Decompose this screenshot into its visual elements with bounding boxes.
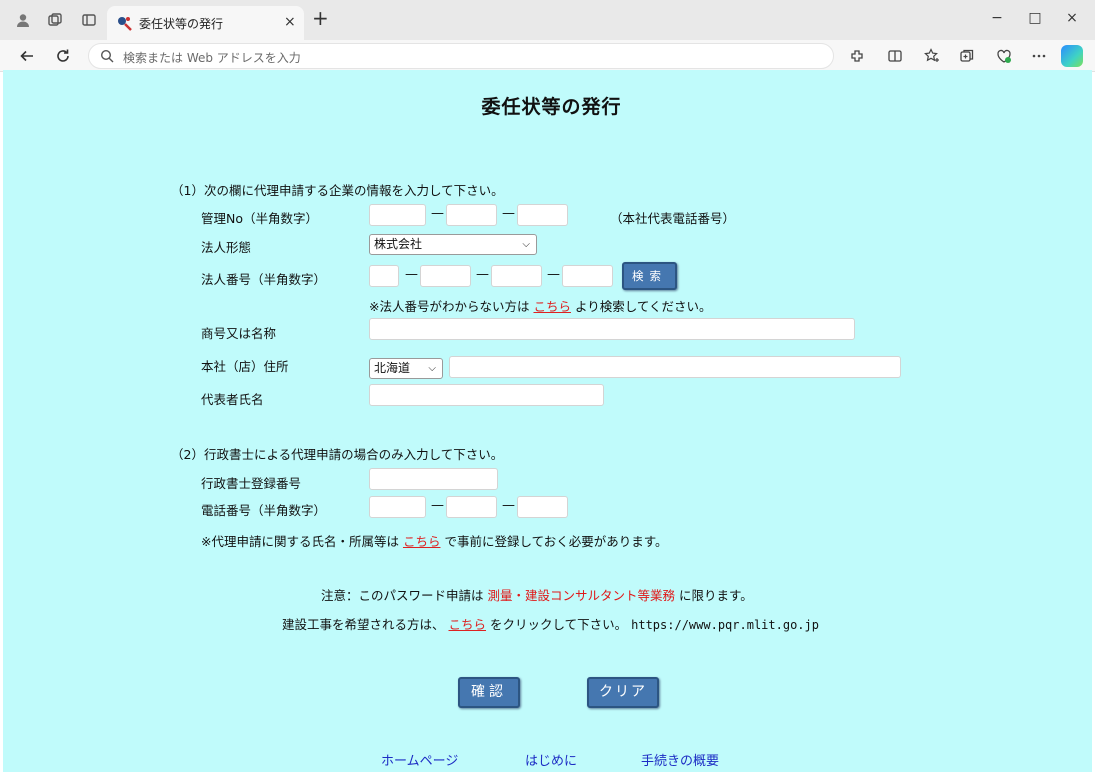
dash: — (476, 267, 489, 282)
phone-field-2[interactable] (446, 496, 497, 518)
kanri-no-field-2[interactable] (446, 204, 497, 226)
page-title: 委任状等の発行 (481, 96, 622, 118)
split-screen-icon[interactable] (886, 47, 904, 65)
daihyo-label: 代表者氏名 (201, 392, 264, 407)
kanri-no-label: 管理No（半角数字） (201, 211, 318, 226)
registration-note-suffix: で事前に登録しておく必要があります。 (444, 534, 668, 549)
new-tab-icon[interactable]: + (312, 8, 329, 28)
gyousei-field[interactable] (369, 468, 498, 490)
vertical-tabs-icon[interactable] (80, 11, 98, 29)
construction-url: https://www.pqr.mlit.go.jp (631, 618, 819, 632)
window-close-icon[interactable]: × (1062, 10, 1082, 26)
search-icon (99, 48, 115, 64)
construction-link[interactable]: こちら (449, 617, 487, 632)
site-favicon-icon (116, 15, 132, 31)
phone-field-1[interactable] (369, 496, 426, 518)
browser-essentials-icon[interactable] (995, 47, 1013, 65)
address-field[interactable] (449, 356, 901, 378)
page-content: 委任状等の発行 （1）次の欄に代理申請する企業の情報を入力して下さい。 管理No… (3, 70, 1092, 772)
houjin-keitai-value: 株式会社 (374, 237, 423, 251)
kanri-no-note: （本社代表電話番号） (610, 211, 736, 226)
bangou-note-suffix: より検索してください。 (574, 299, 712, 314)
prefecture-value: 北海道 (374, 361, 411, 375)
tab-close-icon[interactable]: × (284, 14, 296, 30)
section2-heading: （2）行政書士による代理申請の場合のみ入力して下さい。 (171, 447, 504, 462)
construction-note: 建設工事を希望される方は、 こちら をクリックして下さい。 https://ww… (282, 614, 819, 633)
kanri-no-field-1[interactable] (369, 204, 426, 226)
more-options-icon[interactable] (1030, 47, 1048, 65)
registration-link[interactable]: こちら (403, 534, 441, 549)
dash: — (431, 498, 444, 513)
chevron-down-icon: ⌵ (522, 239, 530, 250)
bangou-note-prefix: ※法人番号がわからない方は (369, 299, 530, 314)
caution-highlight: 測量・建設コンサルタント等業務 (487, 588, 676, 603)
confirm-button[interactable]: 確認 (458, 677, 520, 708)
search-button[interactable]: 検索 (622, 262, 677, 290)
prefecture-select[interactable]: 北海道 ⌵ (369, 358, 443, 379)
houjin-bangou-note: ※法人番号がわからない方は こちら より検索してください。 (369, 296, 711, 315)
dash: — (431, 206, 444, 221)
chevron-down-icon: ⌵ (428, 363, 436, 374)
address-placeholder: 検索または Web アドレスを入力 (123, 51, 301, 65)
address-input[interactable]: 検索または Web アドレスを入力 (88, 43, 834, 69)
gyousei-label: 行政書士登録番号 (201, 476, 302, 491)
phone-label: 電話番号（半角数字） (201, 503, 327, 518)
browser-tab-bar: 委任状等の発行 × + − □ × (0, 0, 1095, 40)
dash: — (502, 498, 515, 513)
section1-heading: （1）次の欄に代理申請する企業の情報を入力して下さい。 (171, 183, 504, 198)
copilot-icon[interactable] (1061, 45, 1083, 67)
workspaces-icon[interactable] (46, 11, 64, 29)
daihyo-field[interactable] (369, 384, 604, 406)
houjin-bangou-field-1[interactable] (369, 265, 399, 287)
shougou-field[interactable] (369, 318, 855, 340)
extensions-icon[interactable] (848, 47, 866, 65)
houjin-bangou-field-3[interactable] (491, 265, 542, 287)
registration-note-prefix: ※代理申請に関する氏名・所属等は (201, 534, 399, 549)
profile-icon[interactable] (14, 11, 32, 29)
clear-button[interactable]: クリア (587, 677, 659, 708)
houjin-keitai-select[interactable]: 株式会社 ⌵ (369, 234, 537, 255)
dash: — (405, 267, 418, 282)
caution-prefix: 注意：このパスワード申請は (321, 588, 484, 603)
dash: — (547, 267, 560, 282)
active-tab[interactable]: 委任状等の発行 × (107, 6, 304, 40)
houjin-search-link[interactable]: こちら (533, 299, 571, 314)
refresh-icon[interactable] (52, 45, 74, 67)
caution-suffix: に限ります。 (679, 588, 753, 603)
maximize-icon[interactable]: □ (1025, 10, 1045, 26)
footer-link-home[interactable]: ホームページ (381, 750, 458, 769)
caution-note: 注意：このパスワード申請は 測量・建設コンサルタント等業務 に限ります。 (321, 585, 753, 604)
address-label: 本社（店）住所 (201, 359, 289, 374)
favorites-icon[interactable] (923, 47, 941, 65)
houjin-keitai-label: 法人形態 (201, 240, 252, 255)
construction-suffix: をクリックして下さい。 (490, 617, 628, 632)
tab-title: 委任状等の発行 (139, 17, 224, 31)
registration-note: ※代理申請に関する氏名・所属等は こちら で事前に登録しておく必要があります。 (201, 531, 667, 550)
collections-icon[interactable] (958, 47, 976, 65)
houjin-bangou-field-2[interactable] (420, 265, 471, 287)
shougou-label: 商号又は名称 (201, 326, 277, 341)
back-icon[interactable] (16, 45, 38, 67)
houjin-bangou-field-4[interactable] (562, 265, 613, 287)
construction-prefix: 建設工事を希望される方は、 (282, 617, 445, 632)
footer-link-intro[interactable]: はじめに (525, 750, 577, 769)
houjin-bangou-label: 法人番号（半角数字） (201, 272, 327, 287)
minimize-icon[interactable]: − (987, 10, 1007, 26)
footer-link-overview[interactable]: 手続きの概要 (641, 750, 719, 769)
phone-field-3[interactable] (517, 496, 568, 518)
kanri-no-field-3[interactable] (517, 204, 568, 226)
browser-address-bar: 検索または Web アドレスを入力 (0, 40, 1095, 72)
dash: — (502, 206, 515, 221)
